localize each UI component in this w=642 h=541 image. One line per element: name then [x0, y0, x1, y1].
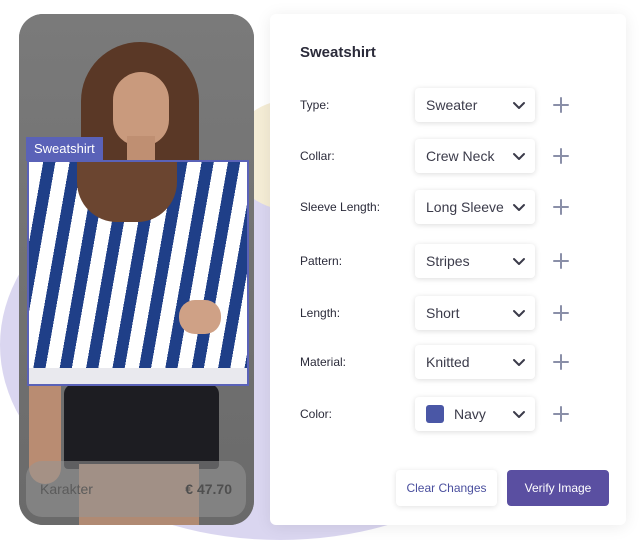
select-value: Short	[426, 305, 460, 321]
attribute-row-color: Color: Navy	[270, 397, 626, 433]
select-value: Stripes	[426, 253, 470, 269]
plus-icon[interactable]	[551, 352, 571, 372]
attribute-label: Type:	[300, 98, 330, 112]
detection-label: Sweatshirt	[26, 137, 103, 161]
price-bar: Karakter € 47.70	[26, 461, 246, 517]
plus-icon[interactable]	[551, 146, 571, 166]
chevron-down-icon	[513, 204, 525, 211]
pattern-select[interactable]: Stripes	[415, 244, 535, 278]
collar-select[interactable]: Crew Neck	[415, 139, 535, 173]
select-value: Sweater	[426, 97, 478, 113]
chevron-down-icon	[513, 359, 525, 366]
select-value: Navy	[454, 406, 486, 422]
attribute-label: Material:	[300, 355, 347, 369]
verify-image-button[interactable]: Verify Image	[507, 470, 609, 506]
chevron-down-icon	[513, 411, 525, 418]
chevron-down-icon	[513, 310, 525, 317]
color-select[interactable]: Navy	[415, 397, 535, 431]
detection-box[interactable]	[27, 160, 249, 386]
product-price: € 47.70	[185, 481, 232, 497]
attribute-row-length: Length: Short	[270, 296, 626, 332]
length-select[interactable]: Short	[415, 296, 535, 330]
clear-changes-button[interactable]: Clear Changes	[396, 470, 497, 506]
select-value: Knitted	[426, 354, 470, 370]
attribute-row-pattern: Pattern: Stripes	[270, 244, 626, 280]
attribute-label: Length:	[300, 306, 341, 320]
attribute-label: Pattern:	[300, 254, 343, 268]
plus-icon[interactable]	[551, 95, 571, 115]
panel-title: Sweatshirt	[300, 44, 376, 61]
phone-preview: Sweatshirt Karakter € 47.70	[19, 14, 254, 525]
attribute-label: Color:	[300, 407, 333, 421]
attribute-row-type: Type: Sweater	[270, 88, 626, 124]
plus-icon[interactable]	[551, 251, 571, 271]
chevron-down-icon	[513, 258, 525, 265]
color-swatch	[426, 405, 444, 423]
attribute-row-material: Material: Knitted	[270, 345, 626, 381]
sleeve-length-select[interactable]: Long Sleeve	[415, 190, 535, 224]
plus-icon[interactable]	[551, 303, 571, 323]
product-name: Karakter	[40, 481, 93, 497]
attribute-row-collar: Collar: Crew Neck	[270, 139, 626, 175]
attribute-label: Sleeve Length:	[300, 200, 381, 214]
type-select[interactable]: Sweater	[415, 88, 535, 122]
material-select[interactable]: Knitted	[415, 345, 535, 379]
attribute-label: Collar:	[300, 149, 335, 163]
select-value: Crew Neck	[426, 148, 495, 164]
chevron-down-icon	[513, 102, 525, 109]
plus-icon[interactable]	[551, 197, 571, 217]
attribute-row-sleeve-length: Sleeve Length: Long Sleeve	[270, 190, 626, 226]
plus-icon[interactable]	[551, 404, 571, 424]
attribute-editor-panel: Sweatshirt Type: Sweater Collar: Crew Ne…	[270, 14, 626, 525]
chevron-down-icon	[513, 153, 525, 160]
select-value: Long Sleeve	[426, 199, 504, 215]
